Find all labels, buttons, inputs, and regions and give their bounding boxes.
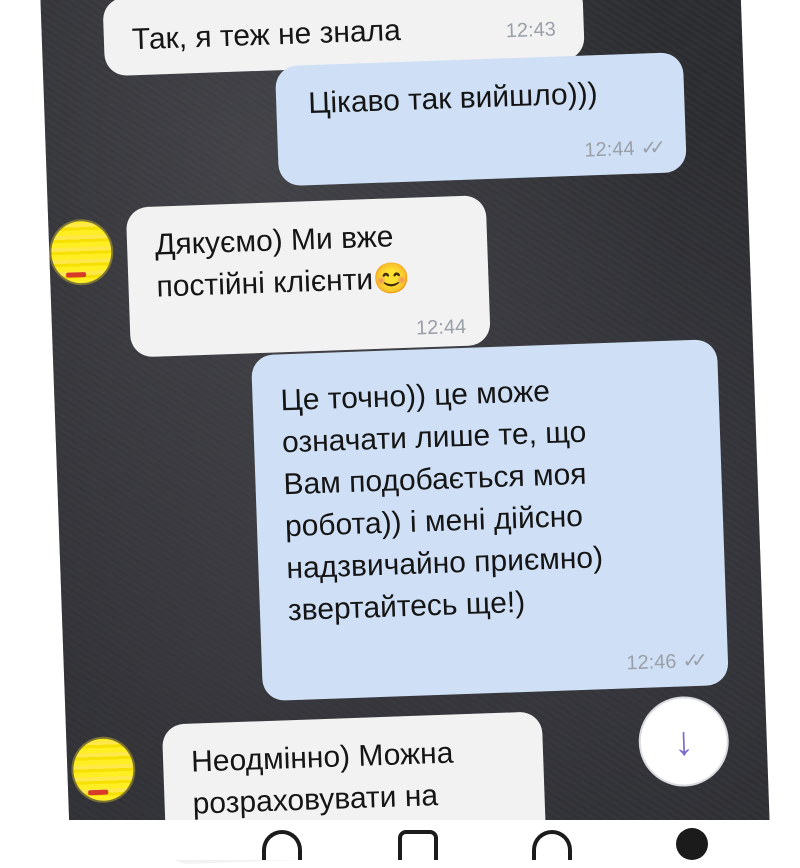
scroll-to-bottom-button[interactable]: ↓ [637,694,731,789]
message-text: Так, я теж не знала [131,13,402,57]
message-meta: 12:44 ✓✓ [584,127,659,172]
message-time: 12:43 [505,18,557,43]
message-time: 12:44 [415,315,467,340]
smiling-face-icon: 😊 [372,261,412,297]
calls-tab-icon[interactable] [398,830,438,860]
contact-avatar[interactable] [50,220,113,285]
contact-avatar[interactable] [72,737,135,802]
chat-area[interactable]: Так, я теж не знала 12:43 Цікаво так вий… [40,0,770,865]
message-outgoing[interactable]: Це точно)) це може означати лише те, що … [250,339,729,702]
message-text: постійні клієнти [155,263,374,304]
message-outgoing[interactable]: Цікаво так вийшло))) 12:44 ✓✓ [274,52,687,187]
message-incoming[interactable]: Дякуємо) Ми вже постійні клієнти😊 12:44 [125,195,491,358]
arrow-down-icon: ↓ [672,718,695,764]
read-ticks-icon: ✓✓ [682,649,701,673]
read-ticks-icon: ✓✓ [640,137,659,160]
profile-tab-icon[interactable] [676,828,708,860]
message-text: Цікаво так вийшло))) [307,77,599,121]
message-meta: 12:46 ✓✓ [626,640,701,685]
message-time: 12:46 [626,650,677,675]
message-time: 12:44 [584,137,635,162]
